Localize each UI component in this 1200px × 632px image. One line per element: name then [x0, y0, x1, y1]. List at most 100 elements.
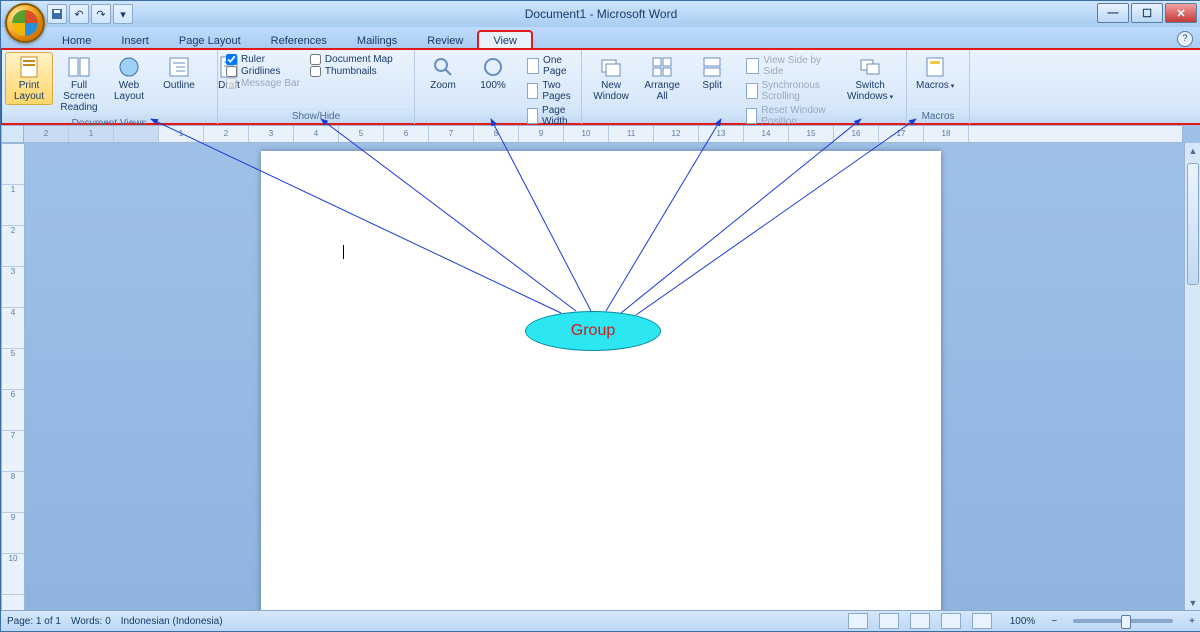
maximize-button[interactable]: ☐ — [1131, 3, 1163, 23]
tab-insert[interactable]: Insert — [106, 31, 164, 49]
hundred-percent-button[interactable]: 100% — [469, 52, 517, 94]
tab-home[interactable]: Home — [47, 31, 106, 49]
tab-review[interactable]: Review — [412, 31, 478, 49]
group-window: New Window Arrange All Split View Side b… — [582, 50, 907, 124]
group-show-hide: Ruler Gridlines Message Bar Document Map… — [218, 50, 415, 124]
view-draft-icon[interactable] — [972, 613, 992, 629]
one-page-button[interactable]: One Page — [523, 54, 579, 78]
save-icon[interactable] — [47, 4, 67, 24]
reset-pos-label: Reset Window Position — [761, 105, 828, 127]
document-map-label: Document Map — [325, 54, 393, 65]
two-pages-label: Two Pages — [542, 80, 575, 102]
web-layout-button[interactable]: Web Layout — [105, 52, 153, 105]
help-icon[interactable]: ? — [1177, 31, 1193, 47]
hundred-label: 100% — [480, 80, 506, 91]
view-web-layout-icon[interactable] — [910, 613, 930, 629]
one-page-label: One Page — [543, 55, 575, 77]
new-window-button[interactable]: New Window — [586, 52, 636, 105]
arrange-all-button[interactable]: Arrange All — [638, 52, 686, 105]
document-area: 21123456789101112131415161718 1234567891… — [1, 125, 1200, 611]
thumbnails-checkbox[interactable]: Thumbnails — [310, 66, 393, 77]
new-window-icon — [599, 55, 623, 79]
zoom-button[interactable]: Zoom — [419, 52, 467, 94]
sync-scroll-icon — [746, 83, 757, 99]
zoom-in-button[interactable]: + — [1189, 616, 1195, 627]
group-label-macros: Macros — [911, 109, 965, 124]
status-zoom[interactable]: 100% — [1010, 616, 1036, 627]
redo-icon[interactable]: ↷ — [91, 4, 111, 24]
arrange-all-icon — [650, 55, 674, 79]
switch-windows-icon — [858, 55, 882, 79]
vertical-ruler[interactable]: 12345678910 — [1, 143, 25, 611]
title-bar: ↶ ↷ ▾ Document1 - Microsoft Word — ☐ ✕ — [1, 1, 1200, 27]
annotation-label: Group — [571, 322, 615, 340]
switch-windows-button[interactable]: Switch Windows▾ — [838, 52, 902, 106]
app-window: ↶ ↷ ▾ Document1 - Microsoft Word — ☐ ✕ H… — [0, 0, 1200, 632]
print-layout-button[interactable]: Print Layout — [5, 52, 53, 105]
split-button[interactable]: Split — [688, 52, 736, 94]
ruler-checkbox[interactable]: Ruler — [226, 54, 300, 65]
macros-button[interactable]: Macros▾ — [911, 52, 959, 95]
ribbon-tabs: Home Insert Page Layout References Maili… — [1, 27, 1200, 49]
reset-pos-icon — [746, 108, 757, 124]
gridlines-checkbox[interactable]: Gridlines — [226, 66, 300, 77]
group-document-views: Print Layout Full Screen Reading Web Lay… — [1, 50, 218, 124]
document-map-checkbox[interactable]: Document Map — [310, 54, 393, 65]
print-layout-label: Print Layout — [10, 80, 48, 102]
view-full-screen-icon[interactable] — [879, 613, 899, 629]
annotation-ellipse: Group — [525, 311, 661, 351]
status-page[interactable]: Page: 1 of 1 — [7, 616, 61, 627]
zoom-slider[interactable] — [1073, 619, 1173, 623]
outline-icon — [167, 55, 191, 79]
view-print-layout-icon[interactable] — [848, 613, 868, 629]
ruler-corner[interactable] — [1, 125, 25, 143]
office-button[interactable] — [5, 3, 45, 43]
chevron-down-icon: ▾ — [890, 94, 894, 101]
print-layout-icon — [17, 55, 41, 79]
quick-access-toolbar: ↶ ↷ ▾ — [47, 4, 133, 24]
outline-button[interactable]: Outline — [155, 52, 203, 94]
status-bar: Page: 1 of 1 Words: 0 Indonesian (Indone… — [1, 610, 1200, 631]
group-label-show-hide: Show/Hide — [222, 109, 410, 124]
switch-windows-label: Switch Windows — [847, 80, 888, 102]
window-controls: — ☐ ✕ — [1095, 3, 1197, 23]
undo-icon[interactable]: ↶ — [69, 4, 89, 24]
scroll-down-icon[interactable]: ▼ — [1185, 595, 1200, 611]
document-page[interactable] — [261, 151, 941, 632]
scroll-up-icon[interactable]: ▲ — [1185, 143, 1200, 159]
minimize-button[interactable]: — — [1097, 3, 1129, 23]
web-layout-icon — [117, 55, 141, 79]
macros-icon — [923, 55, 947, 79]
status-language[interactable]: Indonesian (Indonesia) — [121, 616, 223, 627]
close-button[interactable]: ✕ — [1165, 3, 1197, 23]
qat-dropdown-icon[interactable]: ▾ — [113, 4, 133, 24]
scrollbar-thumb[interactable] — [1187, 163, 1199, 285]
zoom-label: Zoom — [430, 80, 456, 91]
group-zoom: Zoom 100% One Page Two Pages Page Width … — [415, 50, 582, 124]
sync-scroll-label: Synchronous Scrolling — [762, 80, 829, 102]
side-by-side-label: View Side by Side — [763, 55, 828, 77]
message-bar-label: Message Bar — [241, 78, 300, 89]
tab-mailings[interactable]: Mailings — [342, 31, 412, 49]
tab-references[interactable]: References — [256, 31, 342, 49]
web-layout-label: Web Layout — [110, 80, 148, 102]
full-screen-reading-button[interactable]: Full Screen Reading — [55, 52, 103, 116]
two-pages-button[interactable]: Two Pages — [523, 79, 579, 103]
tab-page-layout[interactable]: Page Layout — [164, 31, 256, 49]
ruler-label: Ruler — [241, 54, 265, 65]
ribbon: Print Layout Full Screen Reading Web Lay… — [1, 49, 1200, 124]
page-width-icon — [527, 108, 538, 124]
full-screen-label: Full Screen Reading — [60, 80, 98, 113]
status-words[interactable]: Words: 0 — [71, 616, 111, 627]
tab-view[interactable]: View — [478, 31, 532, 49]
text-cursor — [343, 245, 344, 259]
horizontal-ruler[interactable]: 21123456789101112131415161718 — [23, 125, 1183, 143]
new-window-label: New Window — [591, 80, 631, 102]
view-outline-icon[interactable] — [941, 613, 961, 629]
zoom-out-button[interactable]: − — [1051, 616, 1057, 627]
window-title: Document1 - Microsoft Word — [1, 7, 1200, 21]
arrange-all-label: Arrange All — [643, 80, 681, 102]
synchronous-scrolling-button: Synchronous Scrolling — [742, 79, 832, 103]
group-macros: Macros▾ Macros — [907, 50, 970, 124]
vertical-scrollbar[interactable]: ▲ ▼ — [1184, 143, 1200, 611]
